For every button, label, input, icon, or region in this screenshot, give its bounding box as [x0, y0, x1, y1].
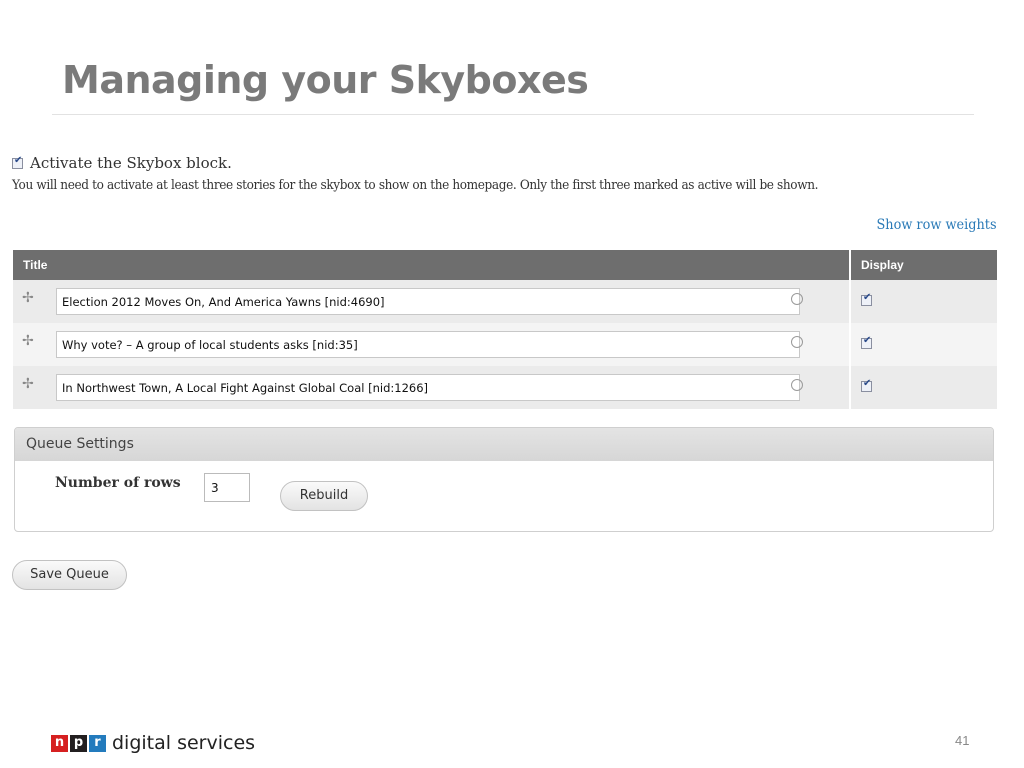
table-row: ✢ Why vote? – A group of local students … [13, 323, 997, 366]
logo-letter-n: n [51, 734, 68, 752]
queue-settings-fieldset: Queue Settings Number of rows 3 Rebuild [14, 427, 994, 532]
display-checkbox[interactable] [861, 378, 872, 392]
logo-brand-text: digital services [112, 732, 256, 754]
drag-handle-icon[interactable]: ✢ [22, 375, 34, 392]
save-queue-button[interactable]: Save Queue [12, 560, 127, 590]
slide-title: Managing your Skyboxes [62, 58, 589, 102]
page-number: 41 [955, 733, 970, 748]
title-cell: ✢ In Northwest Town, A Local Fight Again… [13, 366, 851, 409]
table-header-row: Title Display [13, 250, 997, 280]
display-checkbox[interactable] [861, 335, 872, 349]
drag-handle-icon[interactable]: ✢ [22, 289, 34, 306]
column-header-display[interactable]: Display [850, 250, 997, 280]
activate-skybox-checkbox[interactable] [12, 155, 23, 169]
logo-letter-r: r [89, 734, 106, 752]
title-cell: ✢ Why vote? – A group of local students … [13, 323, 851, 366]
display-cell [850, 366, 997, 409]
title-cell: ✢ Election 2012 Moves On, And America Ya… [13, 280, 851, 323]
logo-letter-p: p [70, 734, 87, 752]
autocomplete-throbber-icon [791, 293, 803, 305]
autocomplete-throbber-icon [791, 336, 803, 348]
show-row-weights-link[interactable]: Show row weights [877, 217, 997, 233]
rebuild-button[interactable]: Rebuild [280, 481, 368, 511]
number-of-rows-label: Number of rows [55, 475, 181, 491]
activate-skybox-row: Activate the Skybox block. [12, 154, 232, 172]
table-row: ✢ In Northwest Town, A Local Fight Again… [13, 366, 997, 409]
display-checkbox[interactable] [861, 292, 872, 306]
story-autocomplete-input[interactable]: Election 2012 Moves On, And America Yawn… [56, 288, 800, 315]
title-divider [52, 114, 974, 115]
number-of-rows-input[interactable]: 3 [204, 473, 250, 502]
activate-help-text: You will need to activate at least three… [12, 178, 819, 193]
story-autocomplete-input[interactable]: In Northwest Town, A Local Fight Against… [56, 374, 800, 401]
npr-digital-services-logo: n p r digital services [51, 732, 255, 754]
column-header-title[interactable]: Title [13, 250, 851, 280]
drag-handle-icon[interactable]: ✢ [22, 332, 34, 349]
queue-settings-legend[interactable]: Queue Settings [15, 428, 993, 461]
autocomplete-throbber-icon [791, 379, 803, 391]
story-autocomplete-input[interactable]: Why vote? – A group of local students as… [56, 331, 800, 358]
queue-table: Title Display ✢ Election 2012 Moves On, … [13, 250, 997, 409]
display-cell [850, 323, 997, 366]
table-row: ✢ Election 2012 Moves On, And America Ya… [13, 280, 997, 323]
display-cell [850, 280, 997, 323]
activate-skybox-label: Activate the Skybox block. [30, 154, 232, 172]
